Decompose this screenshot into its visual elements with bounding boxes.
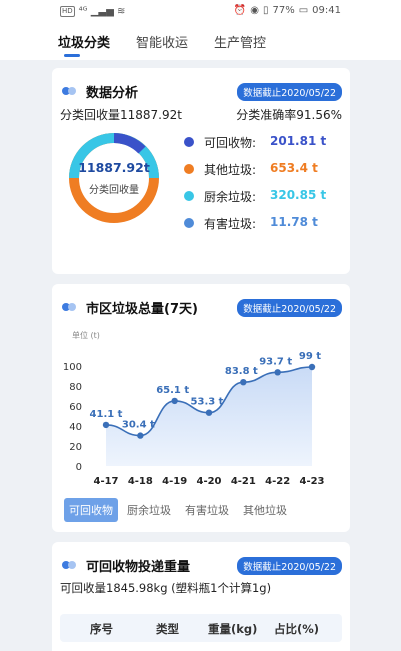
data-label: 65.1 t [156, 385, 189, 396]
donut-total-value: 11887.92t [78, 160, 150, 175]
y-tick-label: 80 [69, 382, 82, 393]
segment-hazardous[interactable]: 有害垃圾 [180, 498, 234, 522]
data-point [274, 369, 281, 376]
battery-percent: 77% [272, 5, 295, 16]
donut-legend: 可回收物: 201.81 t 其他垃圾: 653.4 t 厨余垃圾: 320.8… [184, 134, 344, 242]
legend-label: 厨余垃圾: [204, 190, 257, 204]
data-point [171, 397, 178, 405]
date-badge: 数据截止2020/05/22 [237, 557, 342, 575]
data-analysis-card: 数据分析 数据截止2020/05/22 分类回收量11887.92t 分类准确率… [52, 68, 350, 274]
recycle-total: 分类回收量11887.92t [60, 108, 182, 122]
legend-label: 有害垃圾: [204, 217, 257, 231]
card-header: 可回收物投递重量 数据截止2020/05/22 [62, 556, 342, 575]
column-header: 占比(%) [274, 622, 320, 636]
legend-item: 有害垃圾: 11.78 t [184, 215, 344, 242]
area-chart: 单位 (t) 0 20 40 60 80 100 41.1 t 4-17 30.4 t 4-18 65… [63, 330, 325, 487]
sim-icon: HD [60, 6, 75, 17]
legend-item: 厨余垃圾: 320.85 t [184, 188, 344, 215]
y-tick-label: 0 [76, 462, 82, 473]
legend-dot-icon [184, 137, 194, 147]
y-tick-label: 20 [69, 442, 82, 453]
city-total-card: 市区垃圾总量(7天) 数据截止2020/05/22 单位 (t) 0 20 40 60 8… [52, 284, 350, 532]
segment-other[interactable]: 其他垃圾 [238, 498, 292, 522]
x-tick-label: 4-20 [196, 476, 221, 487]
x-tick-label: 4-22 [265, 476, 290, 487]
status-right: ⏰ ◉ ▯ 77% ▭ 09:41 [234, 5, 341, 16]
data-point [102, 421, 110, 429]
battery-icon: ▭ [298, 5, 309, 16]
data-point [240, 379, 247, 386]
date-badge: 数据截止2020/05/22 [237, 83, 342, 101]
data-label: 41.1 t [90, 409, 123, 420]
data-label: 93.7 t [259, 356, 292, 367]
signal-wifi-icon: ⁴ᴳ ▁▃▅ ≋ [78, 6, 126, 17]
x-tick-label: 4-17 [93, 476, 118, 487]
active-tab-indicator [64, 54, 80, 57]
column-header: 序号 [90, 622, 113, 636]
top-tabs: 垃圾分类 智能收运 生产管控 [0, 24, 401, 60]
alarm-icon: ⏰ [233, 5, 247, 16]
section-dots-icon [62, 303, 78, 311]
section-dots-icon [62, 87, 78, 95]
legend-dot-icon [184, 164, 194, 174]
data-label: 53.3 t [191, 397, 224, 408]
donut-total-label: 分类回收量 [89, 185, 139, 196]
location-icon: ◉ [250, 5, 259, 16]
column-header: 类型 [156, 622, 179, 636]
section-dots-icon [62, 561, 78, 569]
card-title: 可回收物投递重量 [86, 560, 191, 575]
card-title: 数据分析 [86, 86, 139, 101]
tab-production-control[interactable]: 生产管控 [214, 32, 266, 51]
card-header: 市区垃圾总量(7天) 数据截止2020/05/22 [62, 298, 342, 317]
legend-dot-icon [184, 191, 194, 201]
status-time: 09:41 [312, 5, 341, 16]
x-tick-label: 4-18 [128, 476, 153, 487]
legend-value: 201.81 t [270, 134, 327, 148]
segment-kitchen[interactable]: 厨余垃圾 [122, 498, 176, 522]
data-point [308, 363, 316, 371]
donut-center: 11887.92t 分类回收量 [66, 160, 162, 196]
column-header: 重量(kg) [208, 622, 258, 636]
legend-item: 可回收物: 201.81 t [184, 134, 344, 161]
tab-smart-collection[interactable]: 智能收运 [136, 32, 188, 51]
legend-value: 320.85 t [270, 188, 327, 202]
data-point [205, 409, 213, 416]
data-point [137, 432, 144, 439]
x-tick-label: 4-19 [162, 476, 187, 487]
legend-item: 其他垃圾: 653.4 t [184, 161, 344, 188]
legend-value: 653.4 t [270, 161, 318, 175]
y-tick-label: 60 [69, 402, 82, 413]
recyclable-summary: 可回收量1845.98kg (塑料瓶1个计算1g) [60, 581, 272, 595]
legend-value: 11.78 t [270, 215, 318, 229]
unit-label: 单位 (t) [72, 330, 100, 340]
legend-label: 其他垃圾: [204, 163, 257, 177]
data-label: 83.8 t [225, 366, 258, 377]
table-header: 序号 类型 重量(kg) 占比(%) [60, 614, 342, 642]
x-tick-label: 4-21 [231, 476, 256, 487]
card-header: 数据分析 数据截止2020/05/22 [62, 82, 342, 101]
tab-garbage-sorting[interactable]: 垃圾分类 [58, 32, 110, 51]
data-label: 99 t [299, 351, 321, 362]
date-badge: 数据截止2020/05/22 [237, 299, 342, 317]
y-tick-label: 100 [63, 362, 82, 373]
vibrate-icon: ▯ [262, 5, 269, 16]
status-left: HD ⁴ᴳ ▁▃▅ ≋ [60, 6, 125, 17]
area-fill [106, 367, 312, 466]
category-segment: 可回收物 厨余垃圾 有害垃圾 其他垃圾 [64, 498, 292, 522]
data-label: 30.4 t [122, 420, 155, 431]
segment-recyclable[interactable]: 可回收物 [64, 498, 118, 522]
donut-chart: 11887.92t 分类回收量 [66, 130, 162, 226]
x-tick-label: 4-23 [299, 476, 324, 487]
recyclable-weight-card: 可回收物投递重量 数据截止2020/05/22 可回收量1845.98kg (塑… [52, 542, 350, 651]
status-bar: HD ⁴ᴳ ▁▃▅ ≋ ⏰ ◉ ▯ 77% ▭ 09:41 [0, 0, 401, 24]
legend-label: 可回收物: [204, 136, 257, 150]
legend-dot-icon [184, 218, 194, 228]
card-title: 市区垃圾总量(7天) [86, 302, 198, 317]
y-tick-label: 40 [69, 422, 82, 433]
sort-accuracy: 分类准确率91.56% [236, 108, 342, 122]
